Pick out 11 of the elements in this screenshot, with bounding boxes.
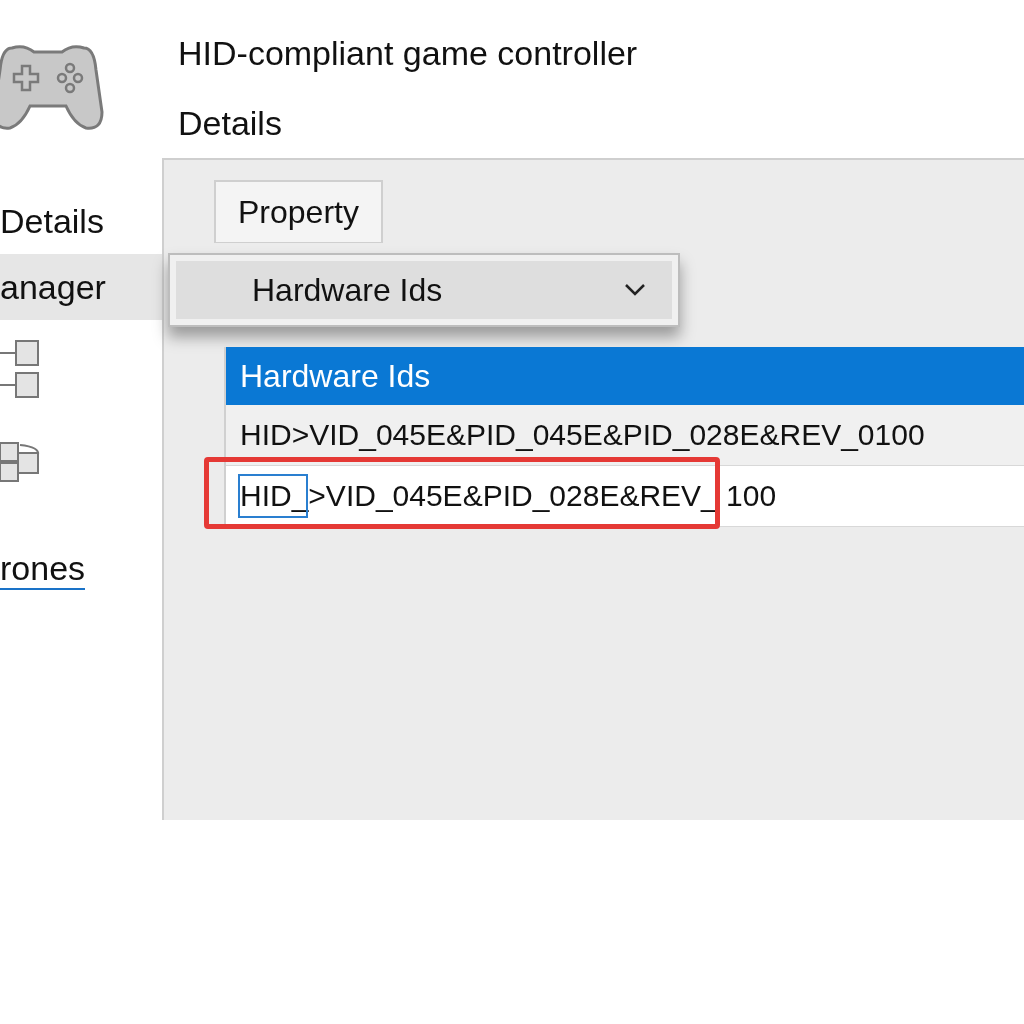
property-dropdown[interactable]: Hardware Ids [168, 253, 680, 327]
network-icon[interactable] [0, 339, 42, 401]
chevron-down-icon [624, 283, 646, 297]
list-header: Hardware Ids [226, 347, 1024, 405]
tab[interactable]: Property [214, 180, 383, 242]
section-title: Details [178, 104, 283, 144]
sidebar-item[interactable]: anager [0, 254, 162, 320]
list-item[interactable]: HID>VID_045E&PID_045E&PID_028E&REV_0100 [226, 405, 1024, 466]
device-name: HID-compliant game controller [178, 34, 639, 74]
sidebar-link[interactable]: rones [0, 550, 86, 590]
sidebar-item[interactable]: Details [0, 188, 162, 254]
